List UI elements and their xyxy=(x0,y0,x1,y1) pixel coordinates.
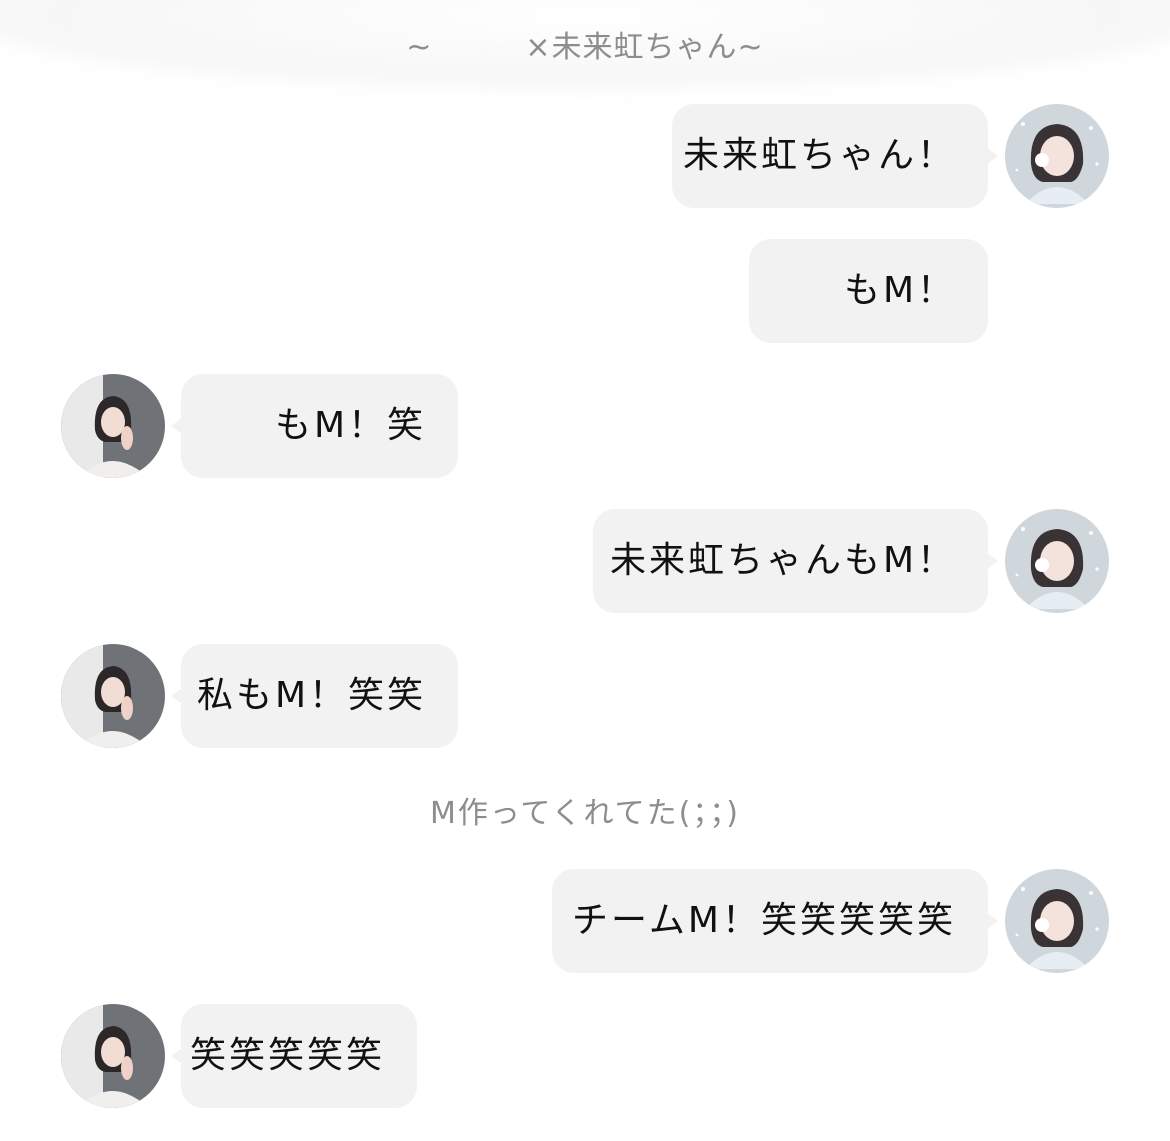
self-avatar[interactable] xyxy=(1005,104,1109,208)
chat-header-title: ~ ×未来虹ちゃん~ xyxy=(406,30,764,65)
message-bubble[interactable]: もM！笑 xyxy=(181,374,458,478)
message-text: もM！ xyxy=(765,270,956,311)
message-bubble[interactable]: 未来虹ちゃんもM！ xyxy=(593,509,988,613)
partner-avatar[interactable] xyxy=(61,644,165,748)
message-text: 未来虹ちゃん！ xyxy=(682,135,956,176)
partner-avatar[interactable] xyxy=(61,374,165,478)
message-bubble[interactable]: 笑笑笑笑笑 xyxy=(181,1004,417,1108)
message-text: チームM！笑笑笑笑笑 xyxy=(572,900,956,941)
message-bubble[interactable]: 私もM！笑笑 xyxy=(181,644,458,748)
message-text: もM！笑 xyxy=(196,405,426,446)
bubble-tail xyxy=(987,913,998,929)
partner-avatar[interactable] xyxy=(61,1004,165,1108)
self-avatar[interactable] xyxy=(1005,869,1109,973)
system-note: M作ってくれてた(；；) xyxy=(430,796,740,831)
bubble-tail xyxy=(987,553,998,569)
self-avatar[interactable] xyxy=(1005,509,1109,613)
message-text: 私もM！笑笑 xyxy=(196,675,426,716)
message-bubble[interactable]: 未来虹ちゃん！ xyxy=(672,104,988,208)
bubble-tail xyxy=(987,148,998,164)
message-text: 笑笑笑笑笑 xyxy=(189,1035,385,1076)
message-bubble[interactable]: チームM！笑笑笑笑笑 xyxy=(552,869,988,973)
message-bubble[interactable]: もM！ xyxy=(749,239,988,343)
message-text: 未来虹ちゃんもM！ xyxy=(609,540,956,581)
